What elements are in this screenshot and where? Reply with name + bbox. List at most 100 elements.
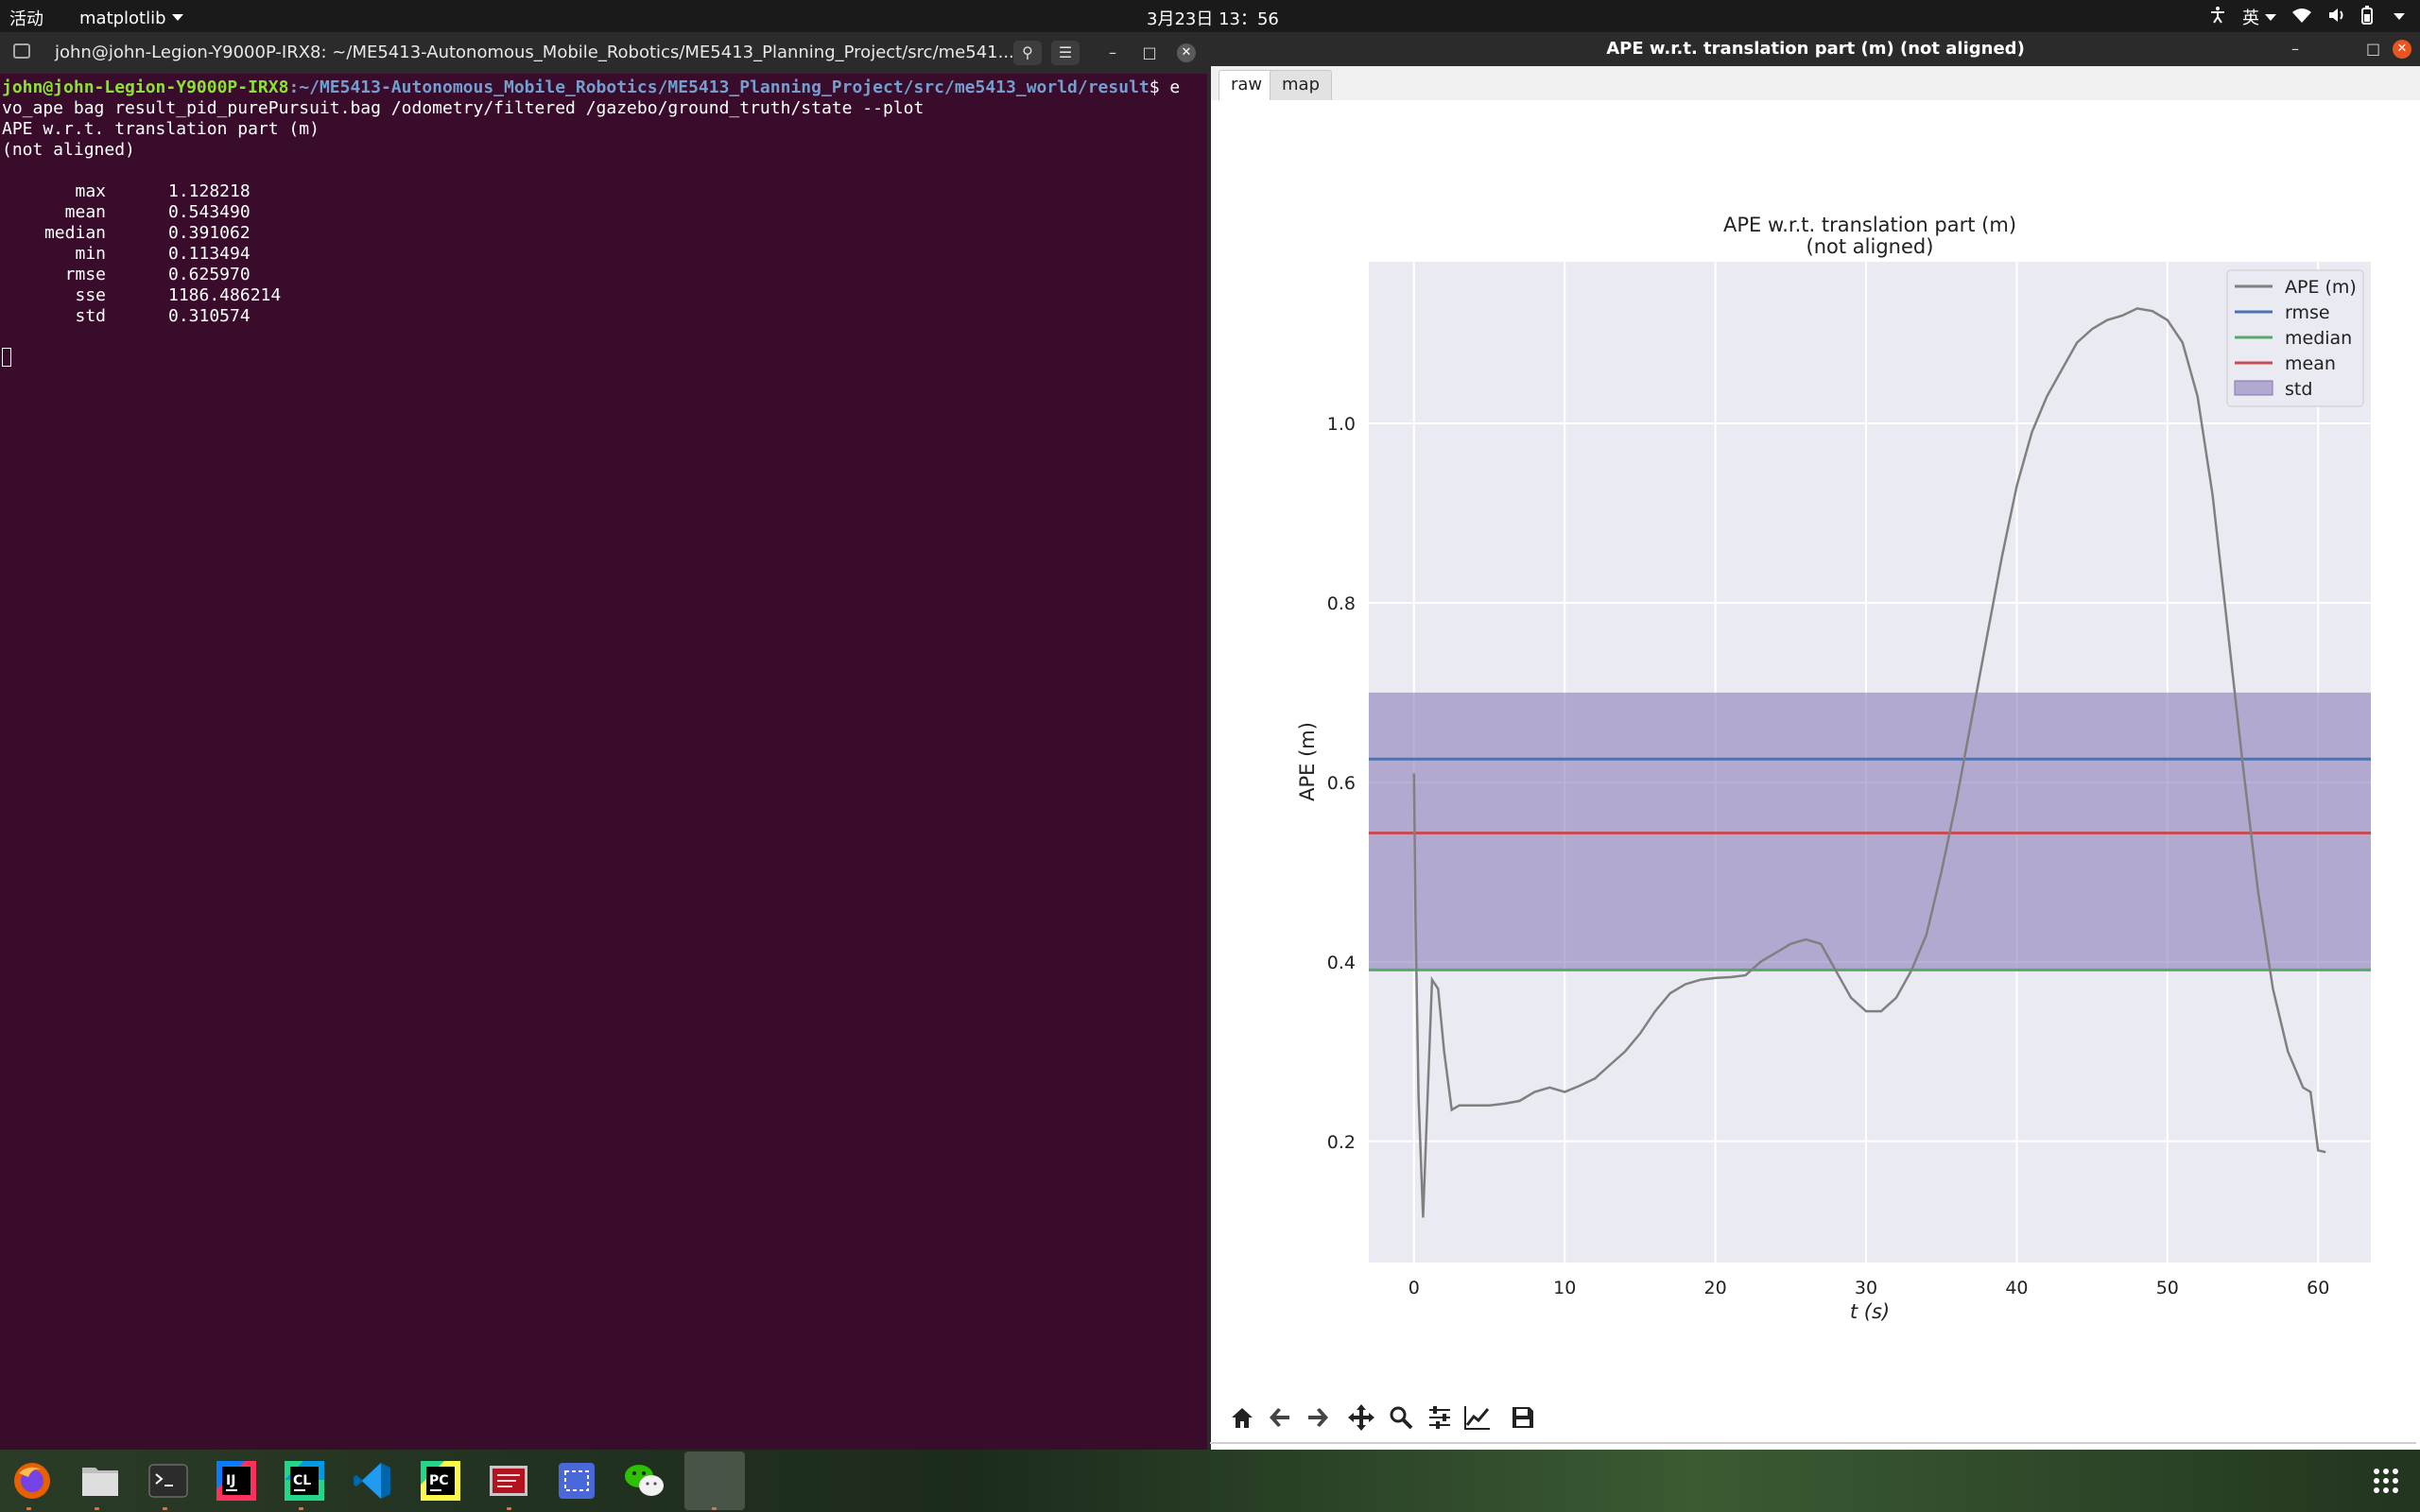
stat-name: min [75,244,106,264]
terminal-title: john@john-Legion-Y9000P-IRX8: ~/ME5413-A… [55,43,1014,62]
accessibility-icon[interactable] [2208,6,2227,29]
prompt-path: :~/ME5413-Autonomous_Mobile_Robotics/ME5… [288,77,1150,97]
stat-value: 0.391062 [168,223,251,243]
stat-value: 0.543490 [168,202,251,222]
vscode-icon[interactable] [350,1458,395,1503]
intellij-icon[interactable]: IJ [214,1458,259,1503]
legend-ape-label: APE (m) [2285,277,2357,298]
plot-window-titlebar[interactable]: APE w.r.t. translation part (m) (not ali… [1211,32,2420,66]
window-bottom-border [1210,1442,2416,1444]
tab-raw[interactable]: raw [1219,70,1275,101]
system-tray[interactable]: 英 [2208,5,2405,29]
presentation-running-dot [507,1507,511,1510]
zoom-icon[interactable] [1385,1401,1417,1434]
input-method-indicator[interactable]: 英 [2242,5,2276,29]
firefox-icon[interactable] [9,1458,55,1503]
forward-icon[interactable] [1302,1401,1334,1434]
command-line: vo_ape bag result_pid_purePursuit.bag /o… [2,98,925,118]
edit-curves-icon[interactable] [1461,1401,1494,1434]
stat-row: sse 1186.486214 [2,285,281,305]
volume-icon[interactable] [2327,7,2346,28]
dock: IJ CL PC [0,1450,2420,1512]
screenshot-icon[interactable] [554,1458,599,1503]
files-icon[interactable] [78,1458,123,1503]
close-button[interactable]: ✕ [1177,43,1196,62]
legend-mean-label: mean [2285,353,2336,374]
legend-rmse-label: rmse [2285,302,2330,323]
home-icon[interactable] [1226,1401,1258,1434]
plot-maximize-button[interactable]: □ [2366,32,2380,66]
battery-icon[interactable] [2361,5,2373,29]
y-tick-label: 1.0 [1327,414,1356,435]
tab-map[interactable]: map [1270,70,1332,100]
pycharm-label: PC [429,1473,449,1488]
prompt-command-start: $ e [1149,77,1181,97]
stat-row: min 0.113494 [2,244,251,264]
show-apps-grid-icon[interactable] [2363,1458,2409,1503]
x-tick-label: 50 [2156,1278,2179,1298]
stat-value: 0.625970 [168,265,251,284]
configure-icon[interactable] [1424,1401,1456,1434]
matplotlib-running-dot [712,1507,717,1510]
x-tick-labels: 0 10 20 30 40 50 60 [1409,1278,2330,1298]
activities-button[interactable]: 活动 [9,6,43,30]
stat-value: 0.310574 [168,306,251,326]
stat-row: rmse 0.625970 [2,265,251,284]
chart-subtitle: (not aligned) [1806,235,1934,258]
terminal-titlebar[interactable]: john@john-Legion-Y9000P-IRX8: ~/ME5413-A… [0,32,1207,74]
prompt-user: john@john-Legion-Y9000P-IRX8 [2,77,289,97]
plot-window-title: APE w.r.t. translation part (m) (not ali… [1606,39,2025,59]
hamburger-menu-icon[interactable]: ☰ [1051,41,1080,65]
plot-minimize-button[interactable]: – [2291,32,2299,66]
terminal-icon[interactable] [146,1458,191,1503]
maximize-button[interactable]: □ [1137,41,1162,65]
back-icon[interactable] [1264,1401,1296,1434]
y-tick-label: 0.4 [1327,953,1356,973]
clock[interactable]: 3月23日 13：56 [1147,6,1279,30]
top-panel: 活动 matplotlib 3月23日 13：56 英 [0,0,2420,32]
y-axis-label: APE (m) [1296,722,1319,801]
clion-icon[interactable]: CL [282,1458,327,1503]
pan-icon[interactable] [1345,1401,1377,1434]
plot-window[interactable]: APE w.r.t. translation part (m) (not ali… [1211,32,2420,1450]
terminal-tab-icon[interactable] [13,43,30,59]
terminal-window[interactable]: john@john-Legion-Y9000P-IRX8: ~/ME5413-A… [0,32,1207,1450]
stat-value: 0.113494 [168,244,251,264]
x-tick-label: 40 [2005,1278,2028,1298]
system-menu-chevron-icon[interactable] [2388,8,2405,27]
app-menu[interactable]: matplotlib [79,9,183,28]
wechat-icon[interactable] [622,1458,667,1503]
search-icon[interactable]: ⚲ [1013,41,1042,65]
wifi-icon[interactable] [2291,7,2312,28]
matplotlib-window-icon[interactable] [684,1452,745,1510]
legend-std-swatch [2234,380,2273,396]
terminal-output[interactable]: john@john-Legion-Y9000P-IRX8:~/ME5413-Au… [0,74,1207,372]
stat-row: max 1.128218 [2,181,251,201]
chart-title: APE w.r.t. translation part (m) [1723,214,2016,236]
stat-value: 1.128218 [168,181,251,201]
plot-close-button[interactable]: ✕ [2393,40,2411,59]
clion-label: CL [293,1473,311,1488]
stat-row: std 0.310574 [2,306,251,326]
plot-tabbar: raw map [1211,66,2420,101]
stat-name: rmse [64,265,106,284]
intellij-label: IJ [226,1473,235,1488]
legend-median-label: median [2285,328,2352,349]
presentation-icon[interactable] [486,1458,531,1503]
stat-name: median [43,223,106,243]
y-tick-label: 0.8 [1327,593,1356,614]
figure-canvas[interactable]: 0 10 20 30 40 50 60 0.2 0.4 0.6 0.8 1.0 APE w.r.t.… [1211,100,2420,1381]
save-icon[interactable] [1507,1401,1539,1434]
minimize-button[interactable]: – [1100,41,1125,65]
legend-std-label: std [2285,379,2312,400]
ape-chart: 0 10 20 30 40 50 60 0.2 0.4 0.6 0.8 1.0 APE w.r.t.… [1296,214,2371,1323]
y-tick-label: 0.6 [1327,773,1356,794]
pycharm-icon[interactable]: PC [418,1458,463,1503]
clion-running-dot [299,1507,303,1510]
output-subtitle: (not aligned) [2,140,135,160]
stat-row: median 0.391062 [2,223,251,243]
stat-name: max [75,181,106,201]
legend: APE (m) rmse median mean std [2226,269,2364,407]
x-axis-label: t (s) [1850,1300,1890,1323]
stat-name: std [75,306,106,326]
